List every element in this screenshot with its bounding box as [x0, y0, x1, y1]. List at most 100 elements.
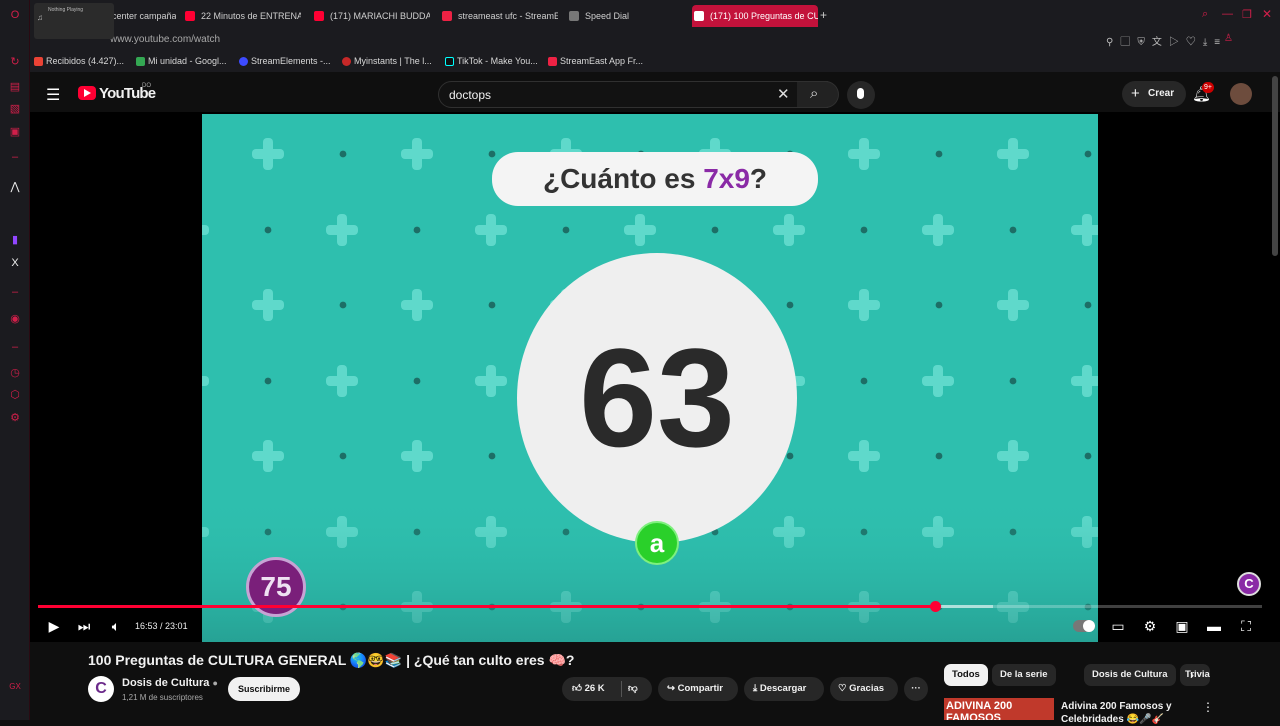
- progress-bar[interactable]: [38, 601, 1262, 612]
- tab-label: (171) MARIACHI BUDDA S: [330, 11, 430, 21]
- tab-6-active[interactable]: (171) 100 Preguntas de CU: [692, 5, 818, 27]
- bookmark-drive[interactable]: Mi unidad - Googl...: [136, 56, 227, 66]
- tiktok-icon: [445, 57, 454, 66]
- address-toolbar-icons[interactable]: ⚲▢⛨文▷♡⤓≡: [1106, 33, 1227, 48]
- tab-label: (171) 100 Preguntas de CU: [710, 11, 818, 21]
- tab-label: 22 Minutos de ENTRENA: [201, 11, 301, 21]
- tab-5[interactable]: Speed Dial: [567, 5, 685, 27]
- separator-icon-3: –: [11, 341, 19, 353]
- music-note-icon: ♫: [37, 13, 43, 22]
- menu-icon[interactable]: ☰: [46, 85, 60, 105]
- bookmark-gmail[interactable]: Recibidos (4.427)...: [34, 56, 124, 66]
- suggested-thumbnail[interactable]: ADIVINA 200 FAMOSOS: [944, 698, 1054, 720]
- played-bar: [38, 605, 936, 608]
- youtube-tab-icon: [694, 11, 704, 21]
- settings-gear-icon[interactable]: ⚙: [1140, 616, 1160, 636]
- bookmark-tiktok[interactable]: TikTok - Make You...: [445, 56, 538, 66]
- profile-icon[interactable]: ♙: [1224, 33, 1233, 44]
- subscribe-button[interactable]: Suscribirme: [228, 677, 300, 701]
- player-icon[interactable]: ◉: [8, 312, 22, 326]
- more-actions-button[interactable]: ···: [904, 677, 928, 701]
- like-button[interactable]: 👍︎ 26 K: [572, 677, 605, 701]
- bookmark-streamelements[interactable]: StreamElements -...: [239, 56, 331, 66]
- youtube-logo-icon[interactable]: [78, 86, 96, 100]
- video-player[interactable]: ¿Cuánto es 7x9? 63 a 75 C ▶ ⏭ 🔈︎ 16:53 /…: [30, 112, 1280, 642]
- buffered-bar: [935, 605, 993, 608]
- address-bar: www.youtube.com/watch ⚲▢⛨文▷♡⤓≡ ♙: [30, 30, 1280, 52]
- like-count: 26 K: [584, 683, 605, 694]
- bookmark-streameast[interactable]: StreamEast App Fr...: [548, 56, 643, 66]
- share-button[interactable]: ↪ Compartir: [658, 677, 738, 701]
- x-icon[interactable]: X: [8, 256, 22, 270]
- subscriber-count: 1,21 M de suscriptores: [122, 693, 203, 702]
- url-field[interactable]: www.youtube.com/watch: [110, 34, 220, 45]
- autoplay-toggle[interactable]: [1073, 620, 1095, 632]
- next-button[interactable]: ⏭: [74, 616, 94, 636]
- suggested-more-icon[interactable]: ⋮: [1202, 700, 1214, 714]
- tab-2[interactable]: 22 Minutos de ENTRENA: [183, 5, 301, 27]
- opera-logo-icon[interactable]: O: [8, 8, 22, 22]
- mic-icon: [857, 88, 864, 99]
- download-label: Descargar: [759, 683, 807, 694]
- speed-dial-tab-icon: [569, 11, 579, 21]
- video-details: 100 Preguntas de CULTURA GENERAL 🌎🤓📚 | ¿…: [30, 642, 1280, 725]
- tab-3[interactable]: (171) MARIACHI BUDDA S: [312, 5, 430, 27]
- page-scrollbar[interactable]: [1272, 76, 1278, 256]
- subtitles-icon[interactable]: ▭: [1108, 616, 1128, 636]
- streameast-icon: [548, 57, 557, 66]
- search-tabs-icon[interactable]: ⌕: [1202, 8, 1208, 21]
- chip-trivia[interactable]: Trivia: [1180, 664, 1210, 686]
- channel-watermark-logo[interactable]: C: [1237, 572, 1261, 596]
- channel-name-text: Dosis de Cultura: [122, 677, 210, 689]
- extensions-icon[interactable]: ⬡: [8, 388, 22, 402]
- dislike-button[interactable]: 👎︎: [628, 677, 638, 701]
- theater-mode-icon[interactable]: ▬: [1204, 616, 1224, 636]
- separator-icon-2: –: [11, 286, 19, 298]
- video-frame[interactable]: ¿Cuánto es 7x9? 63 a 75: [202, 114, 1098, 642]
- question-number-badge: 75: [246, 557, 306, 617]
- close-window-icon[interactable]: ✕: [1262, 7, 1272, 21]
- chip-todos[interactable]: Todos: [944, 664, 988, 686]
- clock-icon[interactable]: ◷: [8, 366, 22, 380]
- twitch-icon[interactable]: ▮: [8, 233, 22, 247]
- history-icon[interactable]: ↻: [8, 55, 22, 69]
- maximize-icon[interactable]: ❐: [1242, 8, 1252, 21]
- suggested-title[interactable]: Adivina 200 Famosos y Celebridades 😂🎤🎸: [1061, 700, 1191, 726]
- tab-4[interactable]: streameast ufc - StreamE: [440, 5, 558, 27]
- chip-de-la-serie[interactable]: De la serie: [992, 664, 1056, 686]
- region-code: DO: [142, 83, 151, 89]
- bookmark-label: Myinstants | The l...: [354, 56, 432, 66]
- new-tab-button[interactable]: +: [820, 8, 827, 22]
- channel-name[interactable]: Dosis de Cultura ●: [122, 677, 218, 689]
- download-button[interactable]: ⤓ Descargar: [744, 677, 824, 701]
- create-button[interactable]: + Crear: [1122, 81, 1186, 107]
- search-input[interactable]: doctops: [449, 88, 491, 102]
- settings-icon[interactable]: ⚙: [8, 411, 22, 425]
- volume-icon[interactable]: 🔈︎: [106, 616, 126, 636]
- account-avatar[interactable]: [1230, 83, 1252, 105]
- bookmark-myinstants[interactable]: Myinstants | The l...: [342, 56, 432, 66]
- aria-icon[interactable]: ⋀: [8, 180, 22, 194]
- search-box[interactable]: doctops ✕: [438, 81, 828, 108]
- bookmark-label: StreamEast App Fr...: [560, 56, 644, 66]
- gx-label: GX: [9, 682, 21, 691]
- time-total: 23:01: [165, 621, 188, 631]
- fullscreen-icon[interactable]: ⛶: [1236, 616, 1256, 636]
- channel-avatar[interactable]: C: [88, 676, 114, 702]
- voice-search-button[interactable]: [847, 81, 875, 109]
- chevron-right-icon[interactable]: ›: [1190, 668, 1194, 682]
- chip-dosis-de-cultura[interactable]: Dosis de Cultura: [1084, 664, 1176, 686]
- mail-icon[interactable]: ▣: [8, 125, 22, 139]
- music-player-popup[interactable]: Nothing Playing ♫: [34, 3, 114, 39]
- bag-icon[interactable]: ▤: [8, 80, 22, 94]
- news-icon[interactable]: ▧: [8, 102, 22, 116]
- minimize-icon[interactable]: —: [1222, 8, 1233, 20]
- miniplayer-icon[interactable]: ▣: [1172, 616, 1192, 636]
- bookmark-label: Mi unidad - Googl...: [148, 56, 227, 66]
- thanks-button[interactable]: ♡ Gracias: [830, 677, 898, 701]
- search-button[interactable]: ⌕: [797, 81, 839, 108]
- clear-search-icon[interactable]: ✕: [777, 85, 790, 103]
- question-prefix: ¿Cuánto es: [542, 163, 704, 194]
- play-button[interactable]: ▶: [44, 616, 64, 636]
- plus-icon: +: [1131, 85, 1140, 102]
